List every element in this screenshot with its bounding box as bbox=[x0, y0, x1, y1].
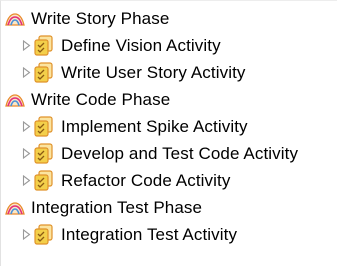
activity-icon bbox=[33, 142, 55, 165]
activity-icon bbox=[33, 34, 55, 57]
phase-label: Write Story Phase bbox=[31, 9, 170, 28]
expand-arrow-icon[interactable] bbox=[19, 66, 33, 80]
activity-label: Integration Test Activity bbox=[61, 225, 238, 244]
activity-label: Refactor Code Activity bbox=[61, 171, 231, 190]
tree-node-activity[interactable]: Develop and Test Code Activity bbox=[1, 140, 337, 167]
expand-arrow-icon[interactable] bbox=[19, 174, 33, 188]
expand-arrow-icon[interactable] bbox=[19, 147, 33, 161]
tree-node-activity[interactable]: Define Vision Activity bbox=[1, 32, 337, 59]
tree-node-phase[interactable]: Write Code Phase bbox=[1, 86, 337, 113]
phase-icon bbox=[5, 200, 25, 216]
activity-label: Develop and Test Code Activity bbox=[61, 144, 299, 163]
activity-label: Implement Spike Activity bbox=[61, 117, 248, 136]
phase-icon bbox=[5, 11, 25, 27]
phase-label: Integration Test Phase bbox=[31, 198, 203, 217]
activity-icon bbox=[33, 169, 55, 192]
activity-label: Define Vision Activity bbox=[61, 36, 221, 55]
tree-node-phase[interactable]: Integration Test Phase bbox=[1, 194, 337, 221]
activity-icon bbox=[33, 223, 55, 246]
activity-icon bbox=[33, 115, 55, 138]
phase-label: Write Code Phase bbox=[31, 90, 171, 109]
activity-icon bbox=[33, 61, 55, 84]
expand-arrow-icon[interactable] bbox=[19, 39, 33, 53]
tree-node-phase[interactable]: Write Story Phase bbox=[1, 5, 337, 32]
expand-arrow-icon[interactable] bbox=[19, 120, 33, 134]
activity-label: Write User Story Activity bbox=[61, 63, 246, 82]
process-tree: Write Story Phase Define Vision Activity bbox=[0, 0, 337, 266]
expand-arrow-icon[interactable] bbox=[19, 228, 33, 242]
tree-node-activity[interactable]: Implement Spike Activity bbox=[1, 113, 337, 140]
tree-node-activity[interactable]: Integration Test Activity bbox=[1, 221, 337, 248]
phase-icon bbox=[5, 92, 25, 108]
tree-node-activity[interactable]: Refactor Code Activity bbox=[1, 167, 337, 194]
tree-node-activity[interactable]: Write User Story Activity bbox=[1, 59, 337, 86]
